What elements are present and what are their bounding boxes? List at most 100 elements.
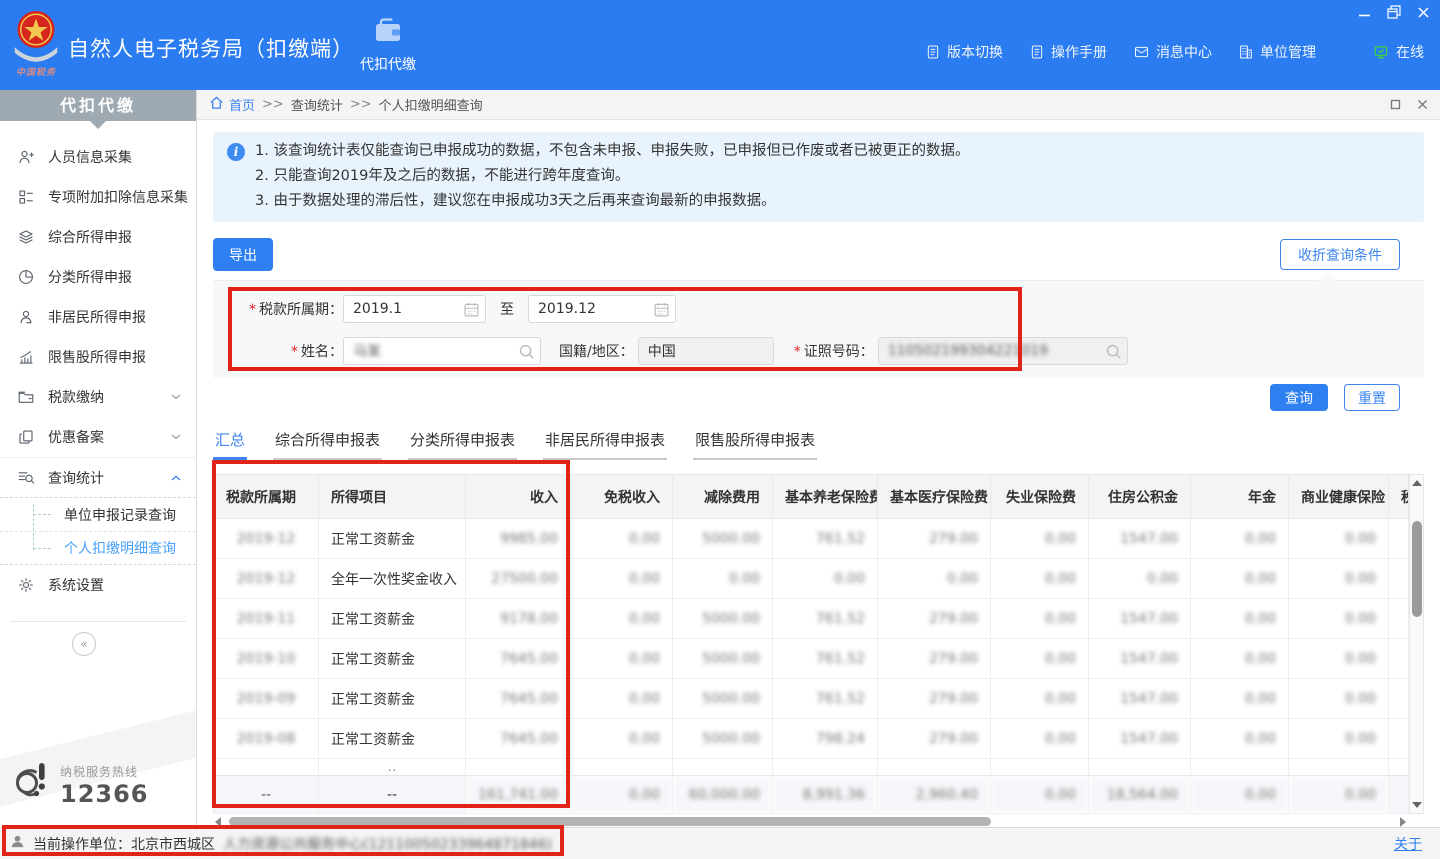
- breadcrumb-separator: >>: [350, 97, 372, 112]
- header-link-unit[interactable]: 单位管理: [1238, 42, 1316, 62]
- period-to-input[interactable]: 2019.12: [528, 295, 676, 323]
- sidebar-item-classified[interactable]: 分类所得申报: [0, 257, 196, 297]
- tab-summary[interactable]: 汇总: [213, 429, 247, 460]
- sidebar-item-settings[interactable]: 系统设置: [0, 565, 196, 605]
- cell-value: 5000.00: [673, 599, 773, 639]
- sidebar-item-nonresident[interactable]: 非居民所得申报: [0, 297, 196, 337]
- actions-row: 查询 重置: [213, 384, 1424, 411]
- query-button[interactable]: 查询: [1270, 384, 1328, 411]
- header-link-manual[interactable]: 操作手册: [1029, 42, 1107, 62]
- name-input[interactable]: 马某: [343, 337, 541, 365]
- cell-value: 0.00: [1089, 559, 1191, 599]
- header-link-message[interactable]: 消息中心: [1133, 42, 1212, 62]
- breadcrumb-item-current: 个人扣缴明细查询: [379, 95, 483, 114]
- sidebar-item-restricted-stock[interactable]: 限售股所得申报: [0, 337, 196, 377]
- period-label: *税款所属期：: [230, 299, 343, 319]
- calendar-icon[interactable]: [463, 301, 480, 318]
- breadcrumb-item[interactable]: 查询统计: [291, 95, 343, 114]
- breadcrumb-home[interactable]: 首页: [209, 95, 255, 114]
- header-link-online[interactable]: 在线: [1372, 42, 1424, 62]
- tab-4[interactable]: 限售股所得申报表: [693, 429, 817, 460]
- chevron-up-icon: [170, 472, 182, 484]
- tab-3[interactable]: 非居民所得申报表: [543, 429, 667, 460]
- checklist-icon: [16, 188, 36, 206]
- tab-1[interactable]: 综合所得申报表: [273, 429, 382, 460]
- sidebar-item-comprehensive[interactable]: 综合所得申报: [0, 217, 196, 257]
- cell-value: [773, 759, 878, 776]
- search-icon[interactable]: [1105, 343, 1122, 360]
- cell-value: [1089, 759, 1191, 776]
- horizontal-scrollbar[interactable]: [213, 817, 1408, 827]
- column-header: 基本医疗保险费: [878, 475, 991, 519]
- export-button[interactable]: 导出: [213, 238, 273, 271]
- cell-value: 0.00: [1191, 559, 1289, 599]
- cell-item: 正常工资薪金: [319, 519, 466, 559]
- tab-2[interactable]: 分类所得申报表: [408, 429, 517, 460]
- current-unit-blurred: 人力资源公共服务中心(12110050233964871846): [223, 834, 552, 854]
- restore-icon[interactable]: [1387, 5, 1401, 19]
- sidebar-item-label: 优惠备案: [48, 427, 104, 447]
- sidebar-subitem-personal-detail-query[interactable]: 个人扣缴明细查询: [0, 531, 196, 564]
- module-tab-daikou[interactable]: 代扣代缴: [346, 16, 430, 74]
- cell-value: 1547.00: [1089, 719, 1191, 759]
- cell-value: 279.00: [878, 599, 991, 639]
- logo-caption: 中国税务: [8, 65, 64, 78]
- minimize-icon[interactable]: [1358, 6, 1371, 19]
- name-label: *姓名：: [230, 341, 343, 361]
- about-link[interactable]: 关于: [1394, 834, 1422, 854]
- cell-period: --: [214, 776, 319, 814]
- table-row: ..: [214, 759, 1409, 776]
- id-number-input[interactable]: 110502199304221019: [878, 337, 1128, 365]
- vertical-scrollbar[interactable]: [1409, 474, 1424, 814]
- cell-value: 8,991.36: [773, 776, 878, 814]
- scroll-right-icon[interactable]: [1400, 817, 1406, 827]
- period-from-input[interactable]: 2019.1: [343, 295, 486, 323]
- cell-item: --: [319, 776, 466, 814]
- header-link-version[interactable]: 版本切换: [925, 42, 1003, 62]
- sidebar-item-special-deduction[interactable]: 专项附加扣除信息采集: [0, 177, 196, 217]
- scroll-left-icon[interactable]: [215, 817, 221, 827]
- calendar-icon[interactable]: [653, 301, 670, 318]
- cell-value: 0.00: [571, 719, 673, 759]
- search-icon[interactable]: [518, 343, 535, 360]
- sidebar-item-label: 分类所得申报: [48, 267, 132, 287]
- sidebar-collapse-button[interactable]: «: [72, 632, 96, 656]
- sidebar-item-label: 限售股所得申报: [48, 347, 146, 367]
- notice-line-1: 1. 该查询统计表仅能查询已申报成功的数据，不包含未申报、申报失败，已申报但已作…: [255, 139, 1410, 164]
- collapse-query-button[interactable]: 收折查询条件: [1280, 239, 1400, 270]
- cell-value: 0.00: [1289, 559, 1389, 599]
- sidebar-item-label: 非居民所得申报: [48, 307, 146, 327]
- cell-value: 0.00: [1191, 776, 1289, 814]
- module-tab-label: 代扣代缴: [346, 54, 430, 74]
- sidebar-item-tax-payment[interactable]: 税款缴纳: [0, 377, 196, 417]
- sidebar-item-preferential[interactable]: 优惠备案: [0, 417, 196, 457]
- sidebar-header: 代扣代缴: [0, 90, 196, 121]
- scroll-down-icon[interactable]: [1412, 802, 1422, 808]
- form-row-person: *姓名： 马某 国籍/地区： 中国 *证照号码： 110502: [213, 336, 1424, 366]
- scroll-up-icon[interactable]: [1412, 480, 1422, 486]
- bar-chart-icon: [16, 348, 36, 366]
- cell-value: 5000.00: [673, 679, 773, 719]
- cell-item: 正常工资薪金: [319, 599, 466, 639]
- close-icon[interactable]: [1417, 6, 1430, 19]
- reset-button[interactable]: 重置: [1344, 384, 1400, 411]
- cell-value: 60,000.00: [673, 776, 773, 814]
- vertical-scroll-thumb[interactable]: [1412, 521, 1422, 617]
- cell-value: 1547.00: [1089, 519, 1191, 559]
- home-icon: [209, 95, 224, 114]
- horizontal-scroll-thumb[interactable]: [229, 817, 991, 826]
- cell-value: 0.00: [991, 679, 1089, 719]
- content-panel: i 1. 该查询统计表仅能查询已申报成功的数据，不包含未申报、申报失败，已申报但…: [197, 120, 1440, 827]
- panel-close-icon[interactable]: [1417, 99, 1428, 110]
- hotline-texts: 纳税服务热线 12366: [60, 759, 149, 808]
- user-icon: [10, 834, 25, 853]
- sidebar-divider: [10, 621, 186, 622]
- copy-icon: [16, 428, 36, 446]
- sidebar-item-personnel[interactable]: 人员信息采集: [0, 137, 196, 177]
- cell-value: 5000.00: [673, 519, 773, 559]
- sidebar-item-query-stats[interactable]: 查询统计: [0, 457, 196, 497]
- cell-value: 0.00: [773, 559, 878, 599]
- status-bar: 当前操作单位：北京市西城区 人力资源公共服务中心(121100502339648…: [0, 827, 1440, 859]
- sidebar-subitem-unit-record-query[interactable]: 单位申报记录查询: [0, 498, 196, 531]
- panel-maximize-icon[interactable]: [1390, 99, 1401, 110]
